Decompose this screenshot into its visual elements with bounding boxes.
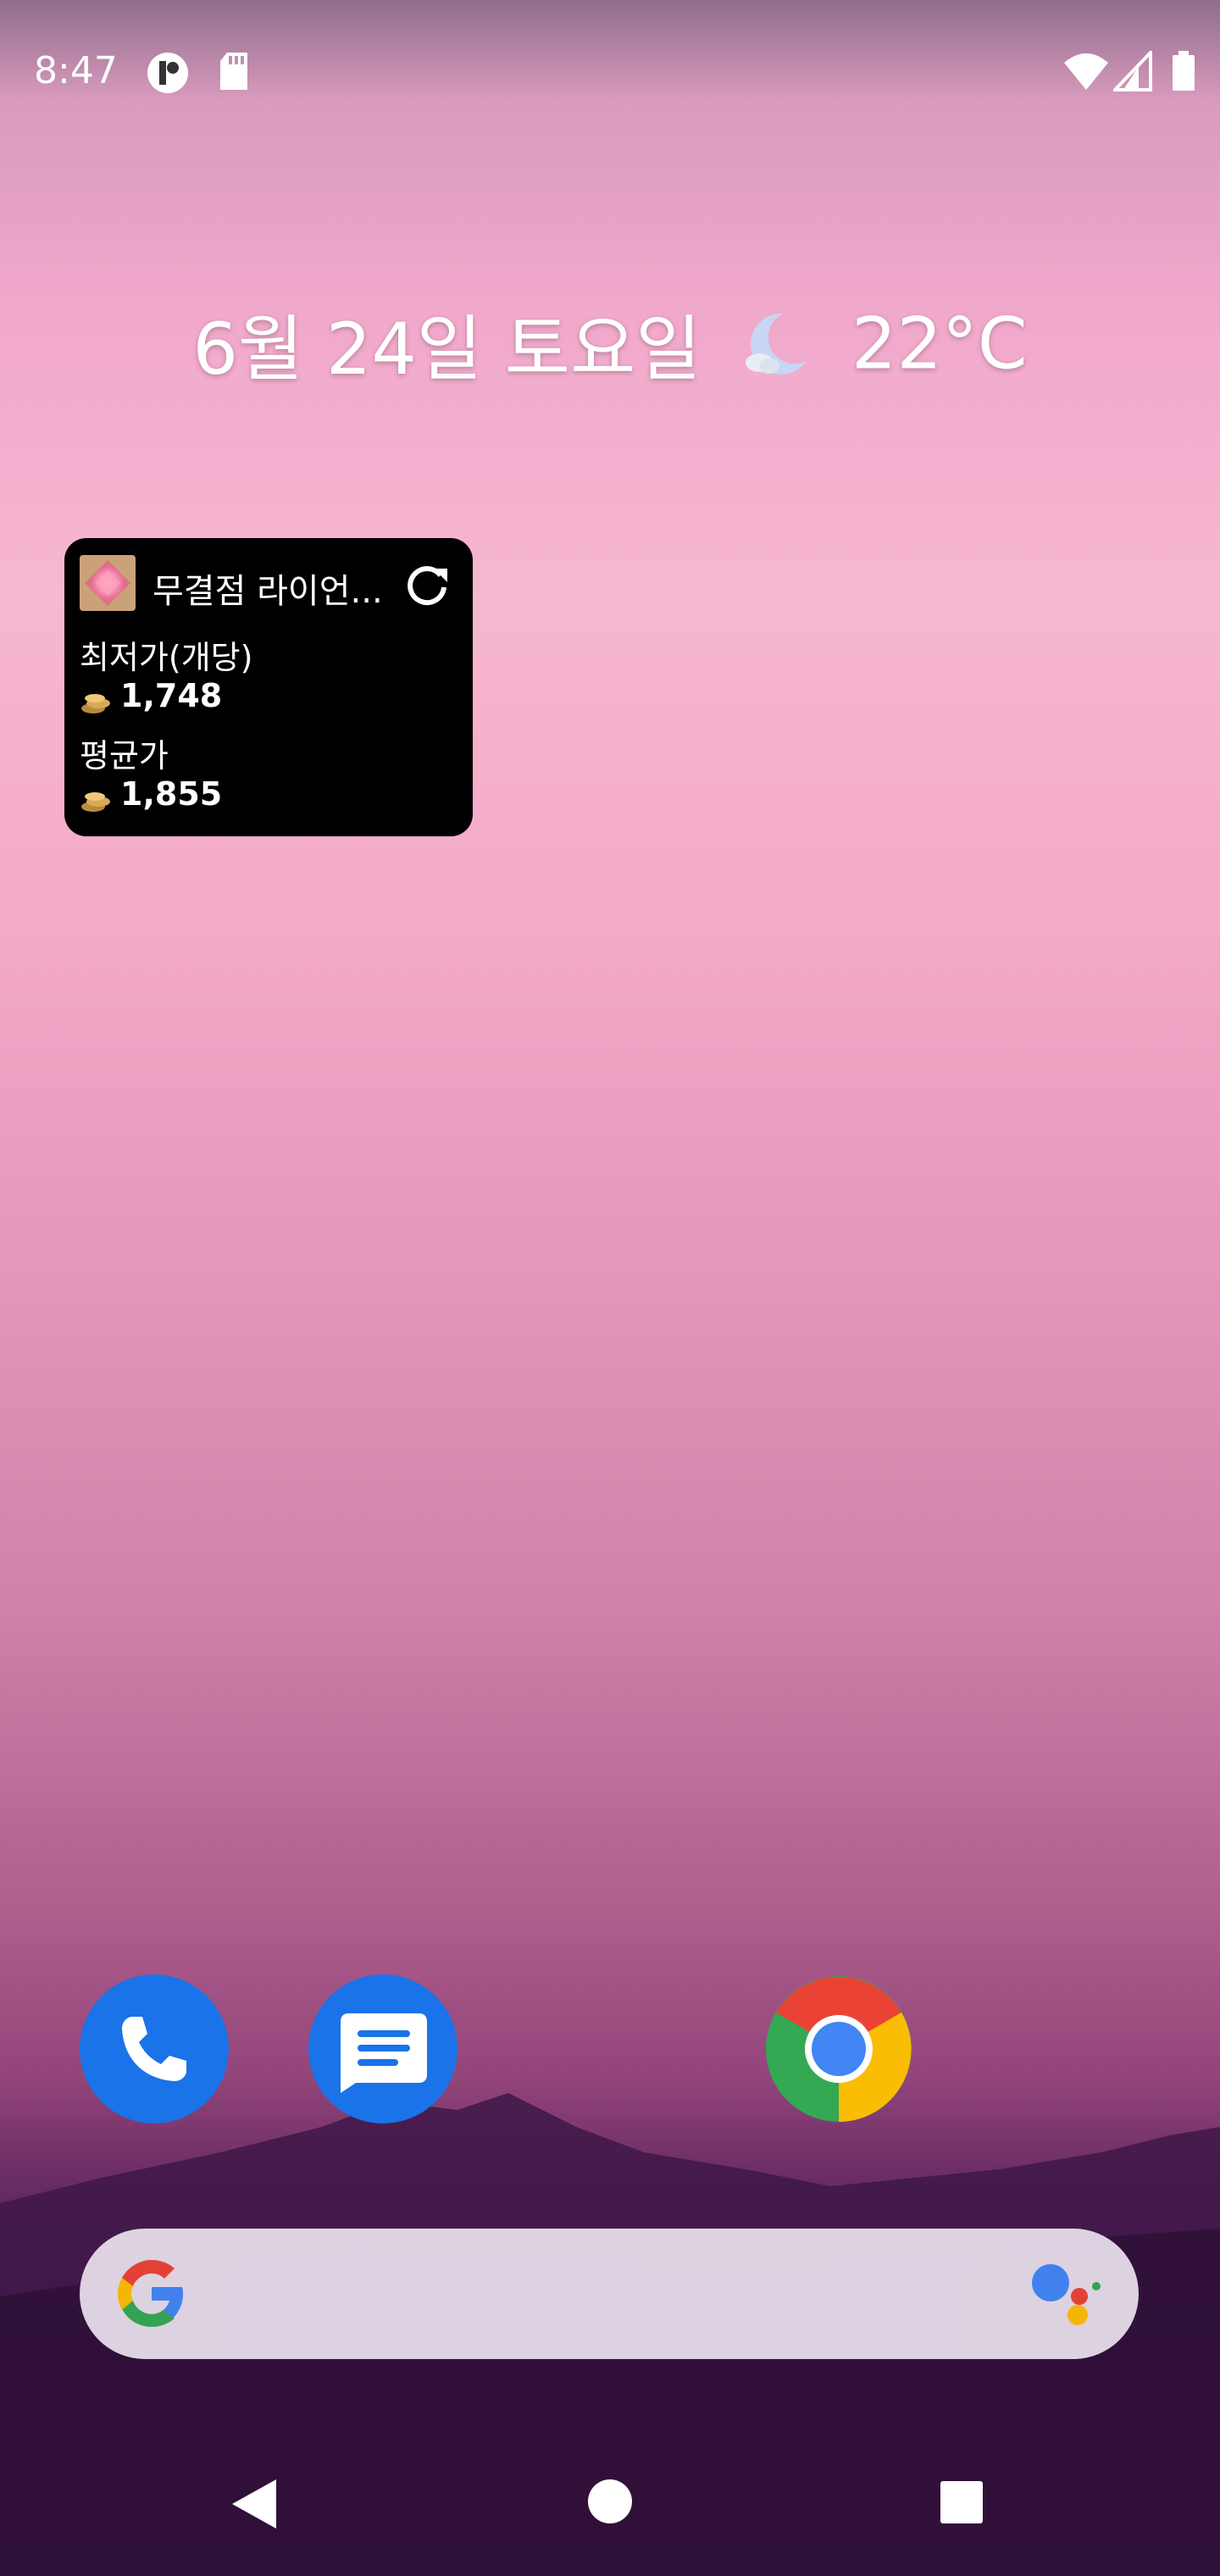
at-a-glance[interactable]: 6월 24일 토요일 22°C bbox=[0, 292, 1220, 395]
temperature-text[interactable]: 22°C bbox=[851, 303, 1028, 386]
chrome-app-button[interactable] bbox=[764, 1974, 913, 2124]
home-icon[interactable] bbox=[586, 2478, 634, 2529]
item-thumbnail bbox=[80, 555, 136, 611]
phone-app-button[interactable] bbox=[80, 1974, 229, 2124]
refresh-icon[interactable] bbox=[402, 560, 452, 611]
battery-icon bbox=[1171, 51, 1196, 95]
messages-icon bbox=[308, 2013, 458, 2127]
price-widget[interactable]: 무결점 라이언... 최저가(개당) 1,748 평균가 1,855 bbox=[64, 538, 473, 836]
date-text[interactable]: 6월 24일 토요일 bbox=[192, 308, 701, 391]
chrome-icon bbox=[764, 1976, 913, 2127]
navigation-bar bbox=[0, 2440, 1220, 2576]
recents-icon[interactable] bbox=[939, 2479, 984, 2529]
notification-app-icon bbox=[146, 51, 190, 98]
average-price-number: 1,855 bbox=[120, 775, 223, 813]
cell-signal-icon bbox=[1111, 48, 1152, 95]
status-time: 8:47 bbox=[34, 49, 118, 92]
gold-coins-icon bbox=[80, 784, 114, 812]
wifi-icon bbox=[1062, 51, 1110, 95]
lowest-price-label: 최저가(개당) bbox=[80, 639, 253, 676]
average-price-label: 평균가 bbox=[80, 737, 169, 774]
google-g-icon[interactable] bbox=[115, 2257, 188, 2334]
google-assistant-icon[interactable] bbox=[1030, 2261, 1106, 2335]
widget-title: 무결점 라이언... bbox=[152, 572, 383, 611]
phone-icon bbox=[80, 2017, 229, 2127]
messages-app-button[interactable] bbox=[308, 1974, 458, 2124]
sd-card-icon bbox=[217, 51, 251, 95]
back-icon[interactable] bbox=[229, 2476, 280, 2535]
lowest-price-value: 1,748 bbox=[80, 677, 222, 714]
lowest-price-number: 1,748 bbox=[120, 677, 223, 714]
status-bar: 8:47 bbox=[0, 0, 1220, 144]
moon-cloud-icon bbox=[740, 308, 812, 380]
google-search-bar[interactable] bbox=[80, 2229, 1139, 2359]
gold-coins-icon bbox=[80, 686, 114, 713]
average-price-value: 1,855 bbox=[80, 775, 222, 813]
